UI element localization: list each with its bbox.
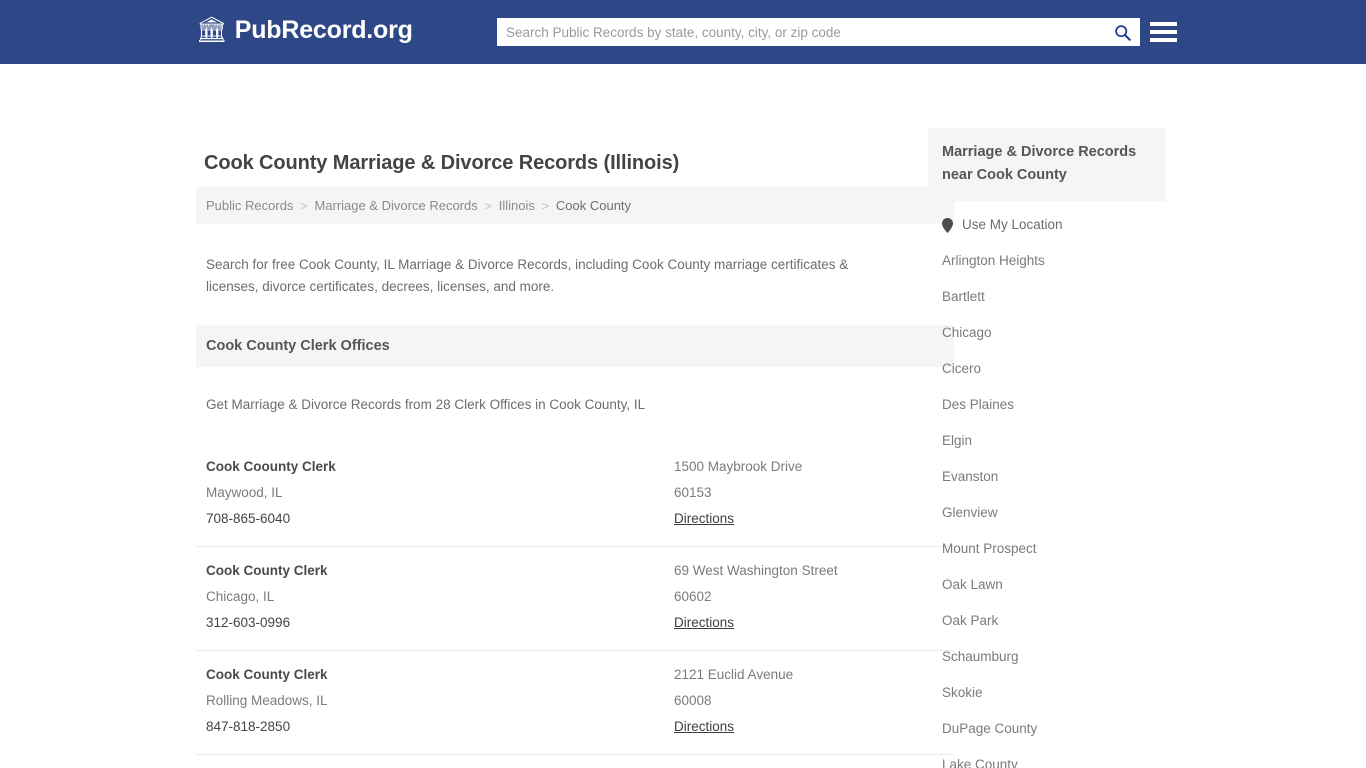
office-phone: 708-865-6040 xyxy=(206,511,291,526)
office-city: Rolling Meadows, IL xyxy=(206,693,328,708)
office-name: Cook Coounty Clerk xyxy=(206,459,336,474)
breadcrumb-item-cook-county[interactable]: Cook County xyxy=(556,198,631,213)
table-row: Cook Coounty Clerk Maywood, IL 708-865-6… xyxy=(196,443,954,547)
hamburger-bar xyxy=(1150,38,1177,42)
sidebar-nearby-list: Use My Location Arlington Heights Bartle… xyxy=(928,201,1166,768)
sidebar-item-label: Schaumburg xyxy=(942,649,1019,664)
search-input[interactable] xyxy=(497,19,1104,45)
office-street: 69 West Washington Street xyxy=(674,563,838,578)
office-street: 1500 Maybrook Drive xyxy=(674,459,803,474)
sidebar-item-label: Lake County xyxy=(942,757,1018,768)
site-header: 🏛 PubRecord.org xyxy=(0,0,1366,64)
page-title: Cook County Marriage & Divorce Records (… xyxy=(204,152,680,174)
table-row: Cook County Clerk Chicago, IL 312-603-09… xyxy=(196,547,954,651)
hamburger-bar xyxy=(1150,22,1177,26)
office-name: Cook County Clerk xyxy=(206,667,328,682)
office-left-column: Cook County Clerk Rolling Meadows, IL 84… xyxy=(206,662,674,740)
sidebar-item-label: Cicero xyxy=(942,361,982,376)
sidebar-item-label: Glenview xyxy=(942,505,998,520)
sidebar-item-evanston[interactable]: Evanston xyxy=(928,459,1166,495)
sidebar-item-label: Arlington Heights xyxy=(942,253,1045,268)
directions-link[interactable]: Directions xyxy=(674,610,734,636)
sidebar-item-dupage-county[interactable]: DuPage County xyxy=(928,711,1166,747)
office-phone: 847-818-2850 xyxy=(206,719,291,734)
directions-link[interactable]: Directions xyxy=(674,714,734,740)
sidebar-item-oak-lawn[interactable]: Oak Lawn xyxy=(928,567,1166,603)
sidebar: Marriage & Divorce Records near Cook Cou… xyxy=(928,128,1166,768)
breadcrumb: Public Records > Marriage & Divorce Reco… xyxy=(196,187,954,224)
table-row: Cook County Clerk Rolling Meadows, IL 84… xyxy=(196,651,954,755)
section-subheading: Get Marriage & Divorce Records from 28 C… xyxy=(206,396,646,412)
sidebar-item-label: Chicago xyxy=(942,325,992,340)
sidebar-item-arlington-heights[interactable]: Arlington Heights xyxy=(928,243,1166,279)
directions-link[interactable]: Directions xyxy=(674,506,734,532)
sidebar-item-label: Des Plaines xyxy=(942,397,1015,412)
office-phone: 312-603-0996 xyxy=(206,615,291,630)
sidebar-item-label: Bartlett xyxy=(942,289,985,304)
section-heading: Cook County Clerk Offices xyxy=(196,325,954,367)
breadcrumb-item-illinois[interactable]: Illinois xyxy=(499,198,535,213)
sidebar-item-lake-county[interactable]: Lake County xyxy=(928,747,1166,768)
breadcrumb-item-public-records[interactable]: Public Records xyxy=(206,198,293,213)
sidebar-item-label: Oak Park xyxy=(942,613,999,628)
hamburger-bar xyxy=(1150,30,1177,34)
sidebar-item-label: Elgin xyxy=(942,433,973,448)
breadcrumb-item-marriage-divorce-records[interactable]: Marriage & Divorce Records xyxy=(314,198,477,213)
sidebar-item-label: Skokie xyxy=(942,685,983,700)
sidebar-item-elgin[interactable]: Elgin xyxy=(928,423,1166,459)
office-city: Chicago, IL xyxy=(206,589,275,604)
office-right-column: 69 West Washington Street 60602 Directio… xyxy=(674,558,944,636)
classical-building-icon: 🏛 xyxy=(196,15,228,44)
office-city: Maywood, IL xyxy=(206,485,283,500)
breadcrumb-separator: > xyxy=(484,198,492,213)
sidebar-item-oak-park[interactable]: Oak Park xyxy=(928,603,1166,639)
brand-name: PubRecord.org xyxy=(234,16,413,44)
hamburger-menu-icon[interactable] xyxy=(1150,19,1177,45)
sidebar-item-use-my-location[interactable]: Use My Location xyxy=(928,207,1166,243)
clerk-office-list: Cook Coounty Clerk Maywood, IL 708-865-6… xyxy=(196,443,954,768)
sidebar-item-label: Mount Prospect xyxy=(942,541,1037,556)
sidebar-item-label: DuPage County xyxy=(942,721,1038,736)
office-left-column: Cook County Clerk Chicago, IL 312-603-09… xyxy=(206,558,674,636)
sidebar-item-label: Use My Location xyxy=(962,217,1063,232)
sidebar-item-mount-prospect[interactable]: Mount Prospect xyxy=(928,531,1166,567)
sidebar-item-glenview[interactable]: Glenview xyxy=(928,495,1166,531)
breadcrumb-separator: > xyxy=(541,198,549,213)
sidebar-item-label: Oak Lawn xyxy=(942,577,1003,592)
office-right-column: 1500 Maybrook Drive 60153 Directions xyxy=(674,454,944,532)
table-row: Arlington Heights Clerk Arlington Height… xyxy=(196,755,954,768)
site-logo[interactable]: 🏛 PubRecord.org xyxy=(196,15,413,44)
search-button[interactable] xyxy=(1104,19,1140,45)
office-name: Cook County Clerk xyxy=(206,563,328,578)
office-street: 2121 Euclid Avenue xyxy=(674,667,794,682)
sidebar-item-cicero[interactable]: Cicero xyxy=(928,351,1166,387)
sidebar-item-bartlett[interactable]: Bartlett xyxy=(928,279,1166,315)
office-zip: 60153 xyxy=(674,485,712,500)
sidebar-item-skokie[interactable]: Skokie xyxy=(928,675,1166,711)
search-icon xyxy=(1114,24,1131,41)
map-pin-icon xyxy=(942,217,953,233)
search-bar xyxy=(497,18,1140,46)
sidebar-item-chicago[interactable]: Chicago xyxy=(928,315,1166,351)
main-content: Cook County Marriage & Divorce Records (… xyxy=(196,128,954,768)
office-zip: 60008 xyxy=(674,693,712,708)
breadcrumb-separator: > xyxy=(300,198,308,213)
office-right-column: 2121 Euclid Avenue 60008 Directions xyxy=(674,662,944,740)
sidebar-item-des-plaines[interactable]: Des Plaines xyxy=(928,387,1166,423)
sidebar-item-label: Evanston xyxy=(942,469,999,484)
sidebar-item-schaumburg[interactable]: Schaumburg xyxy=(928,639,1166,675)
sidebar-heading: Marriage & Divorce Records near Cook Cou… xyxy=(928,128,1166,201)
office-left-column: Cook Coounty Clerk Maywood, IL 708-865-6… xyxy=(206,454,674,532)
office-zip: 60602 xyxy=(674,589,712,604)
page-description: Search for free Cook County, IL Marriage… xyxy=(206,256,849,294)
